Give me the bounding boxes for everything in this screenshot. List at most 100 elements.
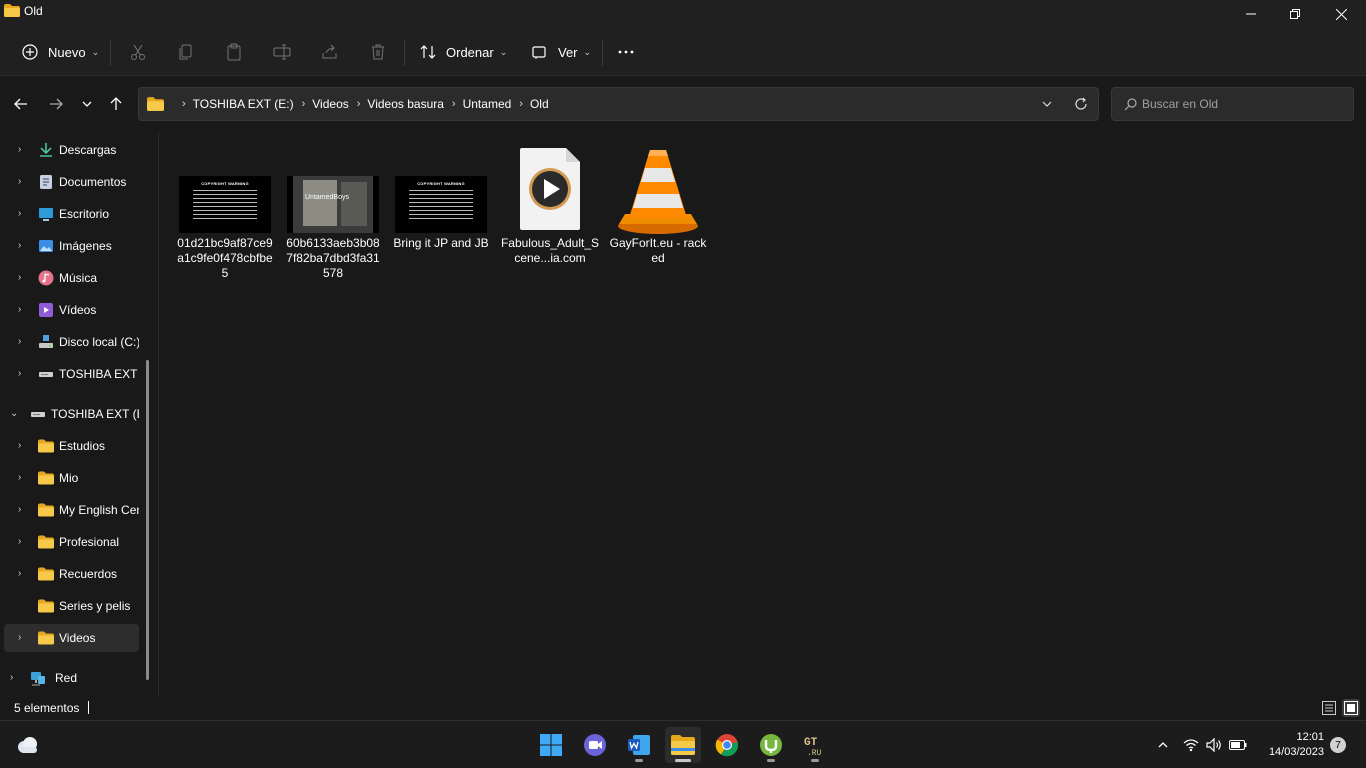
folder-icon [38, 631, 54, 645]
chevron-right-icon: › [18, 504, 22, 515]
start-button[interactable] [533, 727, 569, 763]
clock[interactable]: 12:01 14/03/2023 [1258, 730, 1324, 760]
recent-locations-button[interactable] [77, 94, 97, 114]
search-input[interactable] [1142, 95, 1342, 113]
chrome-app[interactable] [709, 727, 745, 763]
breadcrumb-item[interactable]: TOSHIBA EXT (E:) [193, 97, 294, 111]
weather-widget[interactable] [10, 727, 46, 763]
sidebar-item-music[interactable]: › Música [4, 264, 139, 292]
item-count: 5 elementos [14, 701, 80, 715]
desktop-icon [39, 208, 53, 221]
sidebar-scrollbar[interactable] [146, 360, 149, 680]
chat-app[interactable] [577, 727, 613, 763]
minimize-button[interactable] [1228, 0, 1274, 28]
breadcrumb-item[interactable]: Videos basura [367, 97, 444, 111]
file-item[interactable]: GayForIt.eu - racked [608, 140, 708, 284]
sidebar-item-network[interactable]: › Red [4, 664, 139, 692]
sidebar-item-local-disk[interactable]: › Disco local (C:) [4, 328, 139, 356]
sidebar-item-documents[interactable]: › Documentos [4, 168, 139, 196]
details-view-icon [1322, 701, 1336, 715]
sidebar-item-my-english-center[interactable]: › My English Center [4, 496, 139, 524]
breadcrumb-item[interactable]: Untamed [463, 97, 512, 111]
chevron-right-icon: › [18, 440, 22, 451]
sort-button[interactable]: Ordenar ⌄ [418, 36, 507, 68]
chevron-right-icon: › [451, 98, 456, 110]
chevron-down-icon: ⌄ [583, 46, 592, 57]
sidebar-item-toshiba-quick[interactable]: › TOSHIBA EXT (E:) [4, 360, 139, 388]
sidebar-item-recuerdos[interactable]: › Recuerdos [4, 560, 139, 588]
sidebar-item-estudios[interactable]: › Estudios [4, 432, 139, 460]
rename-icon [273, 44, 291, 60]
chevron-right-icon: › [18, 272, 22, 283]
download-icon [40, 143, 52, 157]
refresh-icon [1075, 97, 1087, 110]
battery-icon [1229, 740, 1247, 750]
file-name: 60b6133aeb3b087f82ba7dbd3fa31578 [286, 236, 380, 280]
toolbar-divider [404, 40, 405, 66]
sidebar-item-videos[interactable]: › Vídeos [4, 296, 139, 324]
battery-button[interactable] [1229, 736, 1247, 754]
file-name: Fabulous_Adult_Scene...ia.com [500, 236, 600, 265]
network-icon [31, 672, 45, 686]
file-item[interactable]: COPYRIGHT WARNING Bring it JP and JB [391, 140, 491, 284]
up-button[interactable] [106, 94, 126, 114]
chevron-right-icon: › [182, 98, 186, 110]
breadcrumb-item[interactable]: Old [530, 97, 549, 111]
arrow-left-icon [14, 98, 27, 110]
more-options-button[interactable] [616, 36, 636, 68]
utorrent-app[interactable] [753, 727, 789, 763]
address-history-button[interactable] [1037, 94, 1057, 114]
video-thumbnail: UntamedBoys [287, 176, 379, 233]
large-icons-view-button[interactable] [1342, 699, 1360, 717]
chevron-right-icon: › [18, 472, 22, 483]
refresh-button[interactable] [1071, 94, 1091, 114]
gt-app[interactable]: GT .RU [797, 727, 833, 763]
show-hidden-icons-button[interactable] [1154, 736, 1172, 754]
copy-button[interactable] [176, 36, 196, 68]
paste-button[interactable] [224, 36, 244, 68]
sidebar-item-desktop[interactable]: › Escritorio [4, 200, 139, 228]
status-bar: 5 elementos [0, 696, 1366, 720]
sidebar-item-downloads[interactable]: › Descargas [4, 136, 139, 164]
chevron-right-icon: › [18, 208, 22, 219]
word-app[interactable] [621, 727, 657, 763]
sidebar-item-profesional[interactable]: › Profesional [4, 528, 139, 556]
address-bar[interactable]: › TOSHIBA EXT (E:) › Videos › Videos bas… [138, 87, 1099, 121]
file-item[interactable]: Fabulous_Adult_Scene...ia.com [500, 140, 600, 284]
volume-button[interactable] [1205, 736, 1223, 754]
command-bar: Nuevo ⌄ Ordenar ⌄ Ver ⌄ [0, 28, 1366, 76]
copy-icon [179, 44, 192, 60]
sidebar-item-mio[interactable]: › Mio [4, 464, 139, 492]
file-explorer-app[interactable] [665, 727, 701, 763]
documents-icon [40, 175, 52, 189]
chevron-down-icon [82, 101, 92, 107]
file-name: GayForIt.eu - racked [609, 236, 707, 265]
forward-button[interactable] [46, 94, 66, 114]
file-view: COPYRIGHT WARNING 01d21bc9af87ce9a1c9fe0… [159, 132, 1366, 696]
wifi-button[interactable] [1182, 736, 1200, 754]
chevron-right-icon: › [10, 672, 14, 683]
delete-button[interactable] [368, 36, 388, 68]
chevron-right-icon: › [18, 536, 22, 547]
share-button[interactable] [320, 36, 340, 68]
sidebar-item-videos-folder[interactable]: › Videos [4, 624, 139, 652]
notification-badge[interactable]: 7 [1330, 737, 1346, 753]
folder-icon [38, 567, 54, 581]
view-button[interactable]: Ver ⌄ [530, 36, 591, 68]
details-view-button[interactable] [1320, 699, 1338, 717]
restore-button[interactable] [1272, 0, 1318, 28]
file-item[interactable]: COPYRIGHT WARNING 01d21bc9af87ce9a1c9fe0… [175, 140, 275, 284]
breadcrumb-item[interactable]: Videos [312, 97, 348, 111]
new-button[interactable]: Nuevo ⌄ [20, 36, 99, 68]
sidebar-item-toshiba-drive[interactable]: ⌄ TOSHIBA EXT (E:) [4, 400, 139, 428]
search-box[interactable] [1111, 87, 1354, 121]
sort-icon [420, 45, 436, 59]
cut-button[interactable] [128, 36, 148, 68]
rename-button[interactable] [272, 36, 292, 68]
file-item[interactable]: UntamedBoys 60b6133aeb3b087f82ba7dbd3fa3… [283, 140, 383, 284]
sidebar-item-series-y-pelis[interactable]: Series y pelis [4, 592, 139, 620]
sidebar-item-pictures[interactable]: › Imágenes [4, 232, 139, 260]
back-button[interactable] [11, 94, 31, 114]
chrome-icon [715, 734, 739, 757]
close-button[interactable] [1318, 0, 1364, 28]
